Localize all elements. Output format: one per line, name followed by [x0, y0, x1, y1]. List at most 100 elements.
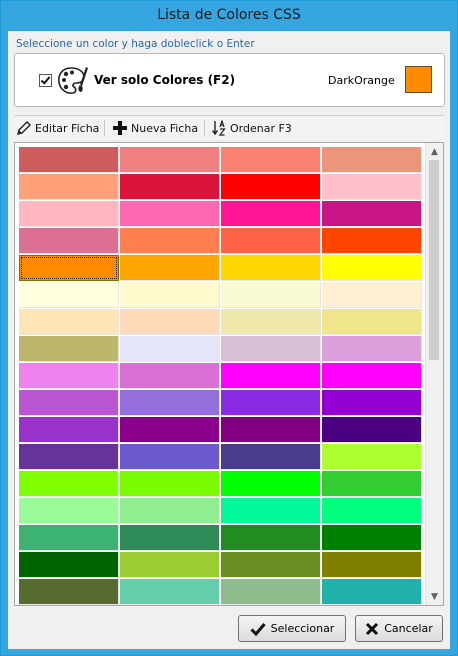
color-cell[interactable]: [221, 282, 321, 308]
color-cell[interactable]: [120, 336, 220, 362]
color-cell[interactable]: [19, 552, 119, 578]
color-cell[interactable]: [221, 201, 321, 227]
only-colors-checkbox[interactable]: [39, 74, 52, 87]
color-cell[interactable]: [221, 525, 321, 551]
color-cell[interactable]: [322, 498, 422, 524]
selected-color-swatch: [405, 66, 432, 93]
color-cell[interactable]: [19, 309, 119, 335]
scroll-up-icon[interactable]: ▲: [426, 143, 443, 160]
selected-color-name: DarkOrange: [328, 74, 395, 87]
close-icon: [366, 622, 379, 635]
color-cell[interactable]: [120, 390, 220, 416]
color-cell[interactable]: [221, 417, 321, 443]
color-cell[interactable]: [19, 174, 119, 200]
color-cell[interactable]: [19, 201, 119, 227]
color-cell[interactable]: [120, 228, 220, 254]
color-cell[interactable]: [120, 282, 220, 308]
toolbar: Editar Ficha Nueva Ficha Ordenar F3: [14, 115, 444, 140]
color-cell[interactable]: [322, 525, 422, 551]
sort-button[interactable]: Ordenar F3: [211, 118, 292, 138]
vertical-scrollbar[interactable]: ▲ ▼: [425, 143, 443, 605]
color-cell[interactable]: [19, 255, 119, 281]
color-cell[interactable]: [19, 390, 119, 416]
dialog-body: Seleccione un color y haga dobleclick o …: [8, 31, 450, 649]
color-grid: ▲ ▼: [14, 142, 444, 606]
cancel-button-label: Cancelar: [384, 622, 433, 635]
color-cell[interactable]: [221, 147, 321, 173]
color-cell[interactable]: [221, 498, 321, 524]
color-cell[interactable]: [19, 498, 119, 524]
color-cell[interactable]: [19, 282, 119, 308]
edit-record-label: Editar Ficha: [35, 121, 100, 135]
color-cell[interactable]: [322, 363, 422, 389]
scroll-down-icon[interactable]: ▼: [426, 588, 443, 605]
plus-icon: [113, 121, 127, 135]
new-record-button[interactable]: Nueva Ficha: [112, 118, 198, 138]
color-cell[interactable]: [221, 444, 321, 470]
color-cell[interactable]: [322, 417, 422, 443]
color-cell[interactable]: [221, 471, 321, 497]
color-cell[interactable]: [322, 552, 422, 578]
color-cell[interactable]: [19, 363, 119, 389]
color-cell[interactable]: [322, 579, 422, 605]
checkmark-icon: [250, 622, 266, 636]
color-cell[interactable]: [322, 309, 422, 335]
color-cell[interactable]: [322, 201, 422, 227]
color-cell[interactable]: [221, 336, 321, 362]
color-cell[interactable]: [120, 309, 220, 335]
color-cell[interactable]: [322, 255, 422, 281]
color-cell[interactable]: [221, 363, 321, 389]
color-cell[interactable]: [221, 552, 321, 578]
color-cell[interactable]: [120, 147, 220, 173]
color-cell[interactable]: [322, 336, 422, 362]
color-cell[interactable]: [322, 147, 422, 173]
color-cell[interactable]: [221, 255, 321, 281]
toolbar-separator: [204, 120, 205, 136]
color-cell[interactable]: [19, 228, 119, 254]
color-cell[interactable]: [19, 147, 119, 173]
sort-label: Ordenar F3: [230, 121, 292, 135]
color-cell[interactable]: [19, 336, 119, 362]
select-button-label: Seleccionar: [270, 622, 335, 635]
color-cell[interactable]: [120, 363, 220, 389]
filter-panel: Ver solo Colores (F2) DarkOrange: [14, 53, 445, 107]
new-record-label: Nueva Ficha: [131, 121, 199, 135]
color-cell[interactable]: [322, 174, 422, 200]
color-cell[interactable]: [221, 390, 321, 416]
color-cell[interactable]: [120, 255, 220, 281]
color-cell[interactable]: [120, 525, 220, 551]
color-cell[interactable]: [322, 390, 422, 416]
cancel-button[interactable]: Cancelar: [355, 615, 443, 642]
select-button[interactable]: Seleccionar: [238, 615, 346, 642]
color-cell[interactable]: [322, 444, 422, 470]
color-cell[interactable]: [322, 471, 422, 497]
color-cell[interactable]: [221, 174, 321, 200]
color-cell[interactable]: [221, 579, 321, 605]
color-cell[interactable]: [120, 444, 220, 470]
color-cell[interactable]: [322, 228, 422, 254]
color-cell[interactable]: [19, 579, 119, 605]
color-cell[interactable]: [120, 174, 220, 200]
color-cell[interactable]: [120, 471, 220, 497]
color-cell[interactable]: [120, 498, 220, 524]
color-cell[interactable]: [19, 444, 119, 470]
palette-icon: [58, 67, 88, 94]
color-cell[interactable]: [19, 417, 119, 443]
color-cell[interactable]: [221, 309, 321, 335]
edit-record-button[interactable]: Editar Ficha: [16, 118, 99, 138]
toolbar-separator: [104, 120, 105, 136]
sort-az-icon: [211, 120, 226, 136]
dialog-window: Lista de Colores CSS Seleccione un color…: [0, 0, 458, 656]
title-bar[interactable]: Lista de Colores CSS: [1, 1, 457, 30]
color-cell[interactable]: [120, 201, 220, 227]
color-cell[interactable]: [19, 525, 119, 551]
color-cell[interactable]: [19, 471, 119, 497]
color-cell[interactable]: [120, 417, 220, 443]
color-cell[interactable]: [221, 228, 321, 254]
color-cell[interactable]: [120, 579, 220, 605]
window-title: Lista de Colores CSS: [157, 7, 301, 23]
color-cell[interactable]: [120, 552, 220, 578]
color-cell[interactable]: [322, 282, 422, 308]
only-colors-label[interactable]: Ver solo Colores (F2): [94, 73, 235, 87]
scrollbar-thumb[interactable]: [429, 160, 439, 360]
